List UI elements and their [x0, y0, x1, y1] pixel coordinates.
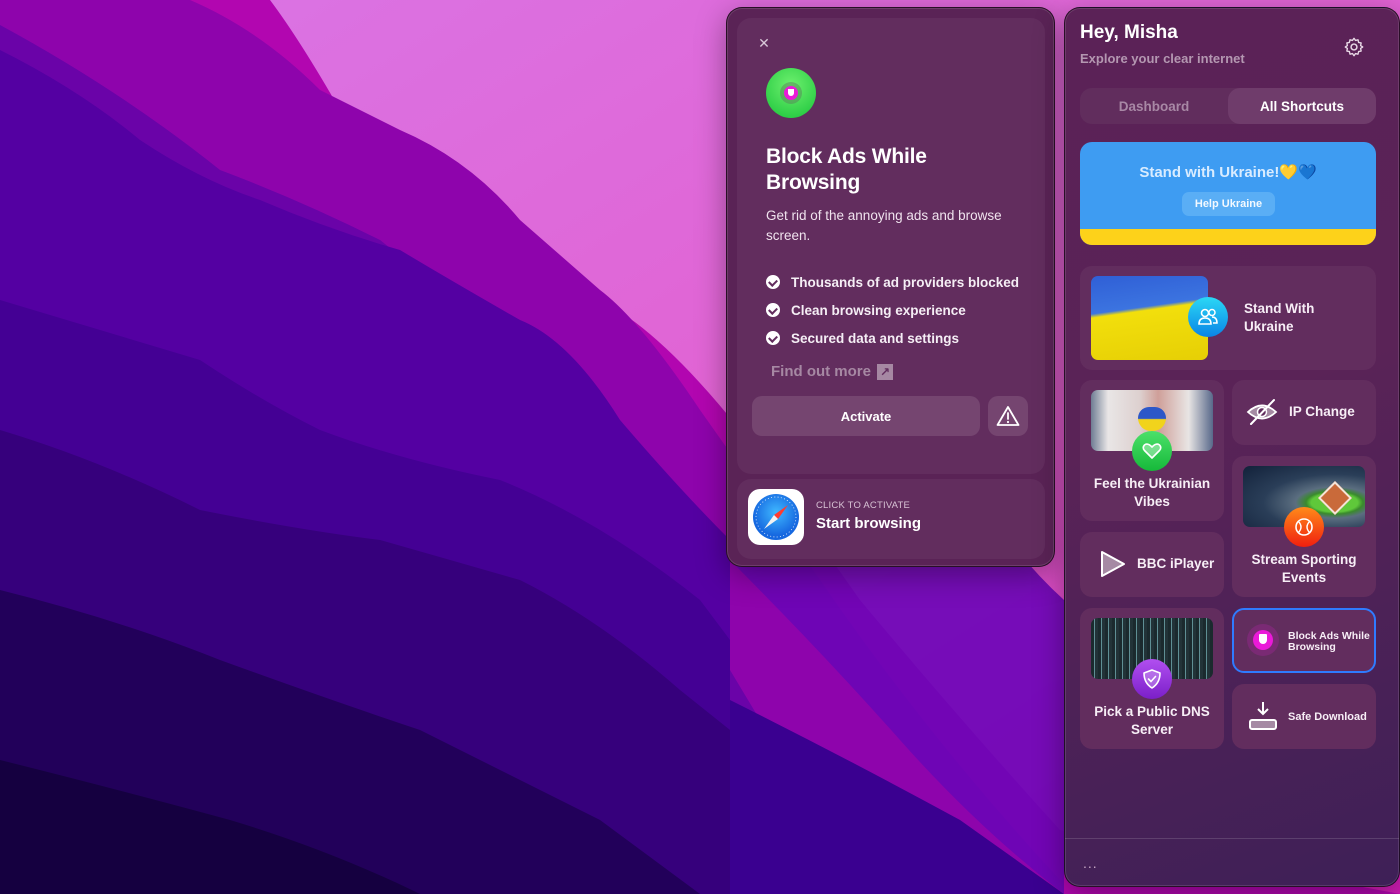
detail-description: Get rid of the annoying ads and browse s…: [766, 208, 1002, 243]
people-icon: [1188, 297, 1228, 337]
more-options-button[interactable]: ...: [1083, 855, 1098, 871]
shortcuts-sidebar: Hey, Misha Explore your clear internet D…: [1064, 7, 1400, 887]
find-out-more-label: Find out more: [771, 363, 871, 380]
shortcut-detail-panel: ✕ Block Ads While Browsing Get rid of th…: [726, 7, 1055, 567]
shortcut-feel-ukrainian-vibes[interactable]: Feel the Ukrainian Vibes: [1080, 380, 1224, 521]
eye-slash-icon: [1246, 399, 1278, 425]
ukraine-banner: Stand with Ukraine!💛💙 Help Ukraine: [1080, 142, 1376, 245]
hand-stop-icon: [1247, 624, 1279, 656]
shortcut-label: Stand With Ukraine: [1244, 301, 1315, 334]
feature-item: Clean browsing experience: [766, 296, 1019, 324]
warning-triangle-icon: [996, 406, 1020, 426]
close-icon[interactable]: ✕: [755, 34, 773, 52]
shortcut-label: Safe Download: [1288, 711, 1367, 723]
shortcut-ip-change[interactable]: IP Change: [1232, 380, 1376, 445]
ball-icon: [1284, 507, 1324, 547]
shortcut-label: BBC iPlayer: [1137, 556, 1215, 571]
hand-stop-icon: [766, 68, 816, 118]
shortcut-label: IP Change: [1289, 404, 1355, 419]
banner-title: Stand with Ukraine!💛💙: [1139, 164, 1317, 181]
check-circle-icon: [766, 275, 780, 289]
external-link-icon: ↗: [877, 363, 893, 380]
heart-icon: [1132, 431, 1172, 471]
tab-all-shortcuts[interactable]: All Shortcuts: [1228, 88, 1376, 124]
check-circle-icon: [766, 303, 780, 317]
shortcut-label: Pick a Public DNS Server: [1094, 704, 1210, 737]
shortcut-block-ads[interactable]: Block Ads While Browsing: [1232, 608, 1376, 673]
warning-button[interactable]: [988, 396, 1028, 436]
shortcut-label: Stream Sporting Events: [1251, 552, 1357, 585]
feature-list: Thousands of ad providers blocked Clean …: [766, 268, 1019, 352]
subtitle: Explore your clear internet: [1080, 51, 1245, 66]
help-ukraine-button[interactable]: Help Ukraine: [1182, 192, 1275, 216]
feature-item: Thousands of ad providers blocked: [766, 268, 1019, 296]
shortcut-label: Feel the Ukrainian Vibes: [1093, 476, 1211, 509]
start-label: Start browsing: [816, 515, 922, 532]
detail-card: ✕ Block Ads While Browsing Get rid of th…: [737, 18, 1045, 474]
shield-check-icon: [1132, 659, 1172, 699]
detail-title: Block Ads While Browsing: [766, 145, 927, 194]
feature-text: Thousands of ad providers blocked: [791, 274, 1020, 290]
find-out-more-link[interactable]: Find out more ↗: [771, 363, 893, 380]
shortcut-stream-sporting-events[interactable]: Stream Sporting Events: [1232, 456, 1376, 597]
feature-item: Secured data and settings: [766, 324, 1019, 352]
safari-icon: [748, 489, 804, 545]
gear-icon[interactable]: [1343, 36, 1365, 58]
start-caption: CLICK TO ACTIVATE: [816, 500, 911, 511]
start-browsing-button[interactable]: CLICK TO ACTIVATE Start browsing: [737, 479, 1045, 559]
feature-text: Secured data and settings: [791, 330, 960, 346]
shortcut-bbc-iplayer[interactable]: BBC iPlayer: [1080, 532, 1224, 597]
shortcut-stand-with-ukraine[interactable]: Stand With Ukraine: [1080, 266, 1376, 370]
check-circle-icon: [766, 331, 780, 345]
banner-yellow-stripe: [1080, 229, 1376, 245]
view-tabs: Dashboard All Shortcuts: [1080, 88, 1376, 124]
shortcut-label: Block Ads While Browsing: [1288, 630, 1370, 653]
play-icon: [1101, 551, 1125, 577]
tab-dashboard[interactable]: Dashboard: [1080, 88, 1228, 124]
activate-button[interactable]: Activate: [752, 396, 980, 436]
shortcut-public-dns[interactable]: Pick a Public DNS Server: [1080, 608, 1224, 749]
greeting: Hey, Misha: [1080, 22, 1178, 43]
download-icon: [1249, 702, 1277, 730]
shortcut-safe-download[interactable]: Safe Download: [1232, 684, 1376, 749]
footer-divider: [1065, 838, 1399, 839]
feature-text: Clean browsing experience: [791, 302, 966, 318]
